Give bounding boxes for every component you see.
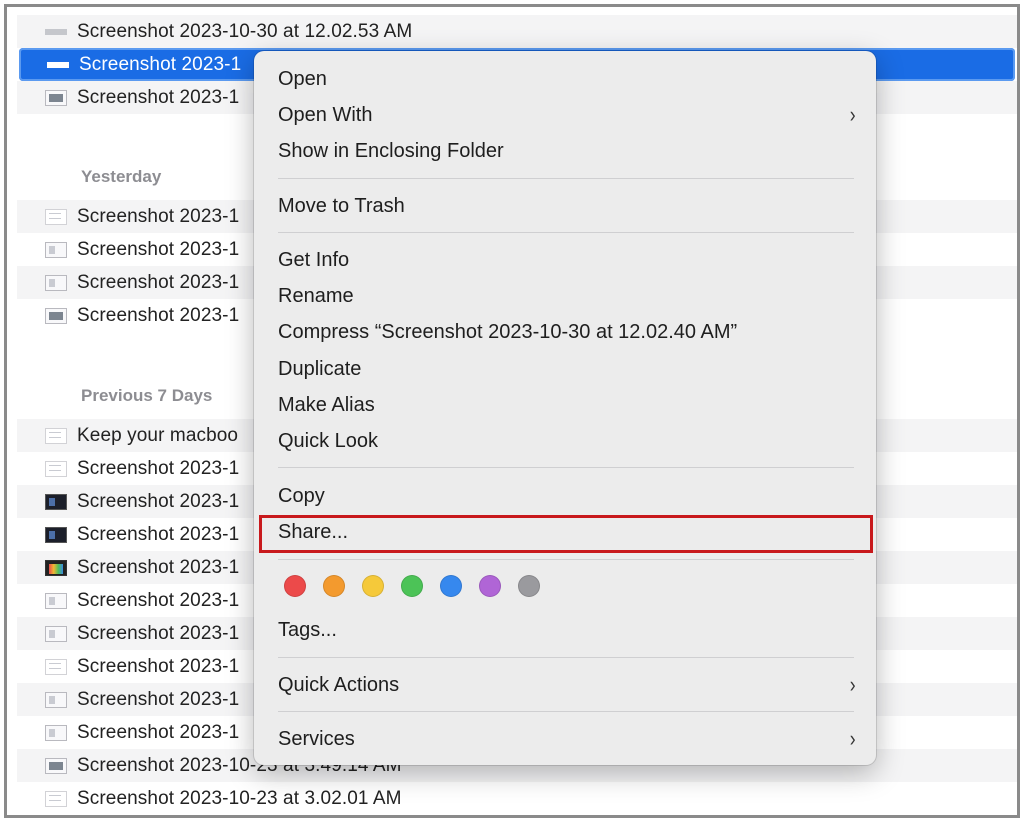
menu-separator <box>278 559 854 560</box>
menu-separator <box>278 711 854 712</box>
file-name: Screenshot 2023-1 <box>77 304 240 326</box>
tag-orange-dot[interactable] <box>323 575 345 597</box>
file-name: Screenshot 2023-1 <box>79 53 242 75</box>
file-thumbnail-icon <box>45 592 67 609</box>
menu-separator <box>278 178 854 179</box>
file-thumbnail-icon <box>45 208 67 225</box>
file-name: Screenshot 2023-1 <box>77 721 240 743</box>
file-row[interactable]: Screenshot 2023-10-30 at 12.02.53 AM <box>17 15 1017 48</box>
menu-item-move-to-trash[interactable]: Move to Trash <box>278 189 856 223</box>
file-thumbnail-icon <box>45 493 67 510</box>
file-thumbnail-icon <box>45 625 67 642</box>
file-thumbnail-icon <box>45 241 67 258</box>
file-name: Screenshot 2023-1 <box>77 688 240 710</box>
finder-window: Yesterday Previous 7 Days Screenshot 202… <box>4 4 1020 818</box>
context-menu: Open Open With › Show in Enclosing Folder… <box>254 51 876 765</box>
file-thumbnail-icon <box>45 274 67 291</box>
file-name: Screenshot 2023-10-30 at 12.02.53 AM <box>77 20 413 42</box>
file-name: Screenshot 2023-1 <box>77 238 240 260</box>
file-name: Screenshot 2023-1 <box>77 86 240 108</box>
file-name: Screenshot 2023-1 <box>77 205 240 227</box>
chevron-right-icon: › <box>849 102 856 127</box>
menu-item-label: Copy <box>278 484 325 507</box>
tag-purple-dot[interactable] <box>479 575 501 597</box>
tag-gray-dot[interactable] <box>518 575 540 597</box>
file-name: Screenshot 2023-1 <box>77 622 240 644</box>
file-thumbnail-icon <box>45 307 67 324</box>
menu-item-label: Rename <box>278 284 354 307</box>
menu-item-services[interactable]: Services › <box>278 722 856 756</box>
menu-item-label: Get Info <box>278 248 350 271</box>
menu-item-make-alias[interactable]: Make Alias <box>278 388 856 422</box>
menu-item-label: Compress “Screenshot 2023-10-30 at 12.02… <box>278 320 738 343</box>
menu-item-label: Make Alias <box>278 393 375 416</box>
tag-yellow-dot[interactable] <box>362 575 384 597</box>
file-thumbnail-icon <box>45 460 67 477</box>
menu-item-label: Show in Enclosing Folder <box>278 139 504 162</box>
section-header-previous-7-days: Previous 7 Days <box>81 386 213 405</box>
menu-item-label: Quick Actions <box>278 673 400 696</box>
file-name: Screenshot 2023-1 <box>77 655 240 677</box>
menu-item-label: Open With <box>278 103 373 126</box>
file-name: Screenshot 2023-1 <box>77 589 240 611</box>
file-thumbnail-icon <box>45 790 67 807</box>
menu-separator <box>278 657 854 658</box>
menu-item-quick-look[interactable]: Quick Look <box>278 424 856 458</box>
chevron-right-icon: › <box>849 672 856 697</box>
share-highlight-box <box>259 515 873 553</box>
menu-item-open-with[interactable]: Open With › <box>278 98 856 132</box>
menu-item-tags[interactable]: Tags... <box>278 613 856 647</box>
file-name: Screenshot 2023-1 <box>77 556 240 578</box>
menu-item-label: Open <box>278 67 327 90</box>
chevron-right-icon: › <box>849 726 856 751</box>
menu-item-show-in-enclosing-folder[interactable]: Show in Enclosing Folder <box>278 134 856 168</box>
file-row[interactable]: Screenshot 2023-10-23 at 3.02.01 AM <box>17 782 1017 815</box>
file-thumbnail-icon <box>45 757 67 774</box>
menu-item-label: Tags... <box>278 618 337 641</box>
menu-item-label: Services <box>278 727 355 750</box>
file-thumbnail-icon <box>45 28 67 35</box>
menu-separator <box>278 467 854 468</box>
menu-separator <box>278 232 854 233</box>
menu-item-label: Duplicate <box>278 357 362 380</box>
tag-green-dot[interactable] <box>401 575 423 597</box>
menu-item-label: Quick Look <box>278 429 379 452</box>
menu-item-duplicate[interactable]: Duplicate <box>278 352 856 386</box>
file-thumbnail-icon <box>45 724 67 741</box>
menu-item-quick-actions[interactable]: Quick Actions › <box>278 668 856 702</box>
file-thumbnail-icon <box>45 691 67 708</box>
file-name: Keep your macboo <box>77 424 239 446</box>
file-thumbnail-icon <box>45 89 67 106</box>
tag-red-dot[interactable] <box>284 575 306 597</box>
file-thumbnail-icon <box>45 427 67 444</box>
file-thumbnail-icon <box>45 658 67 675</box>
file-name: Screenshot 2023-1 <box>77 490 240 512</box>
menu-item-copy[interactable]: Copy <box>278 479 856 513</box>
file-name: Screenshot 2023-1 <box>77 523 240 545</box>
file-thumbnail-icon <box>47 61 69 68</box>
tag-color-row <box>284 575 540 597</box>
menu-item-rename[interactable]: Rename <box>278 279 856 313</box>
menu-item-get-info[interactable]: Get Info <box>278 243 856 277</box>
file-thumbnail-icon <box>45 526 67 543</box>
menu-item-label: Move to Trash <box>278 194 405 217</box>
menu-item-open[interactable]: Open <box>278 62 856 96</box>
section-header-yesterday: Yesterday <box>81 167 162 186</box>
file-name: Screenshot 2023-1 <box>77 457 240 479</box>
tag-blue-dot[interactable] <box>440 575 462 597</box>
file-name: Screenshot 2023-1 <box>77 271 240 293</box>
file-name: Screenshot 2023-10-23 at 3.02.01 AM <box>77 787 402 809</box>
file-thumbnail-icon <box>45 559 67 576</box>
menu-item-compress[interactable]: Compress “Screenshot 2023-10-30 at 12.02… <box>278 315 856 349</box>
